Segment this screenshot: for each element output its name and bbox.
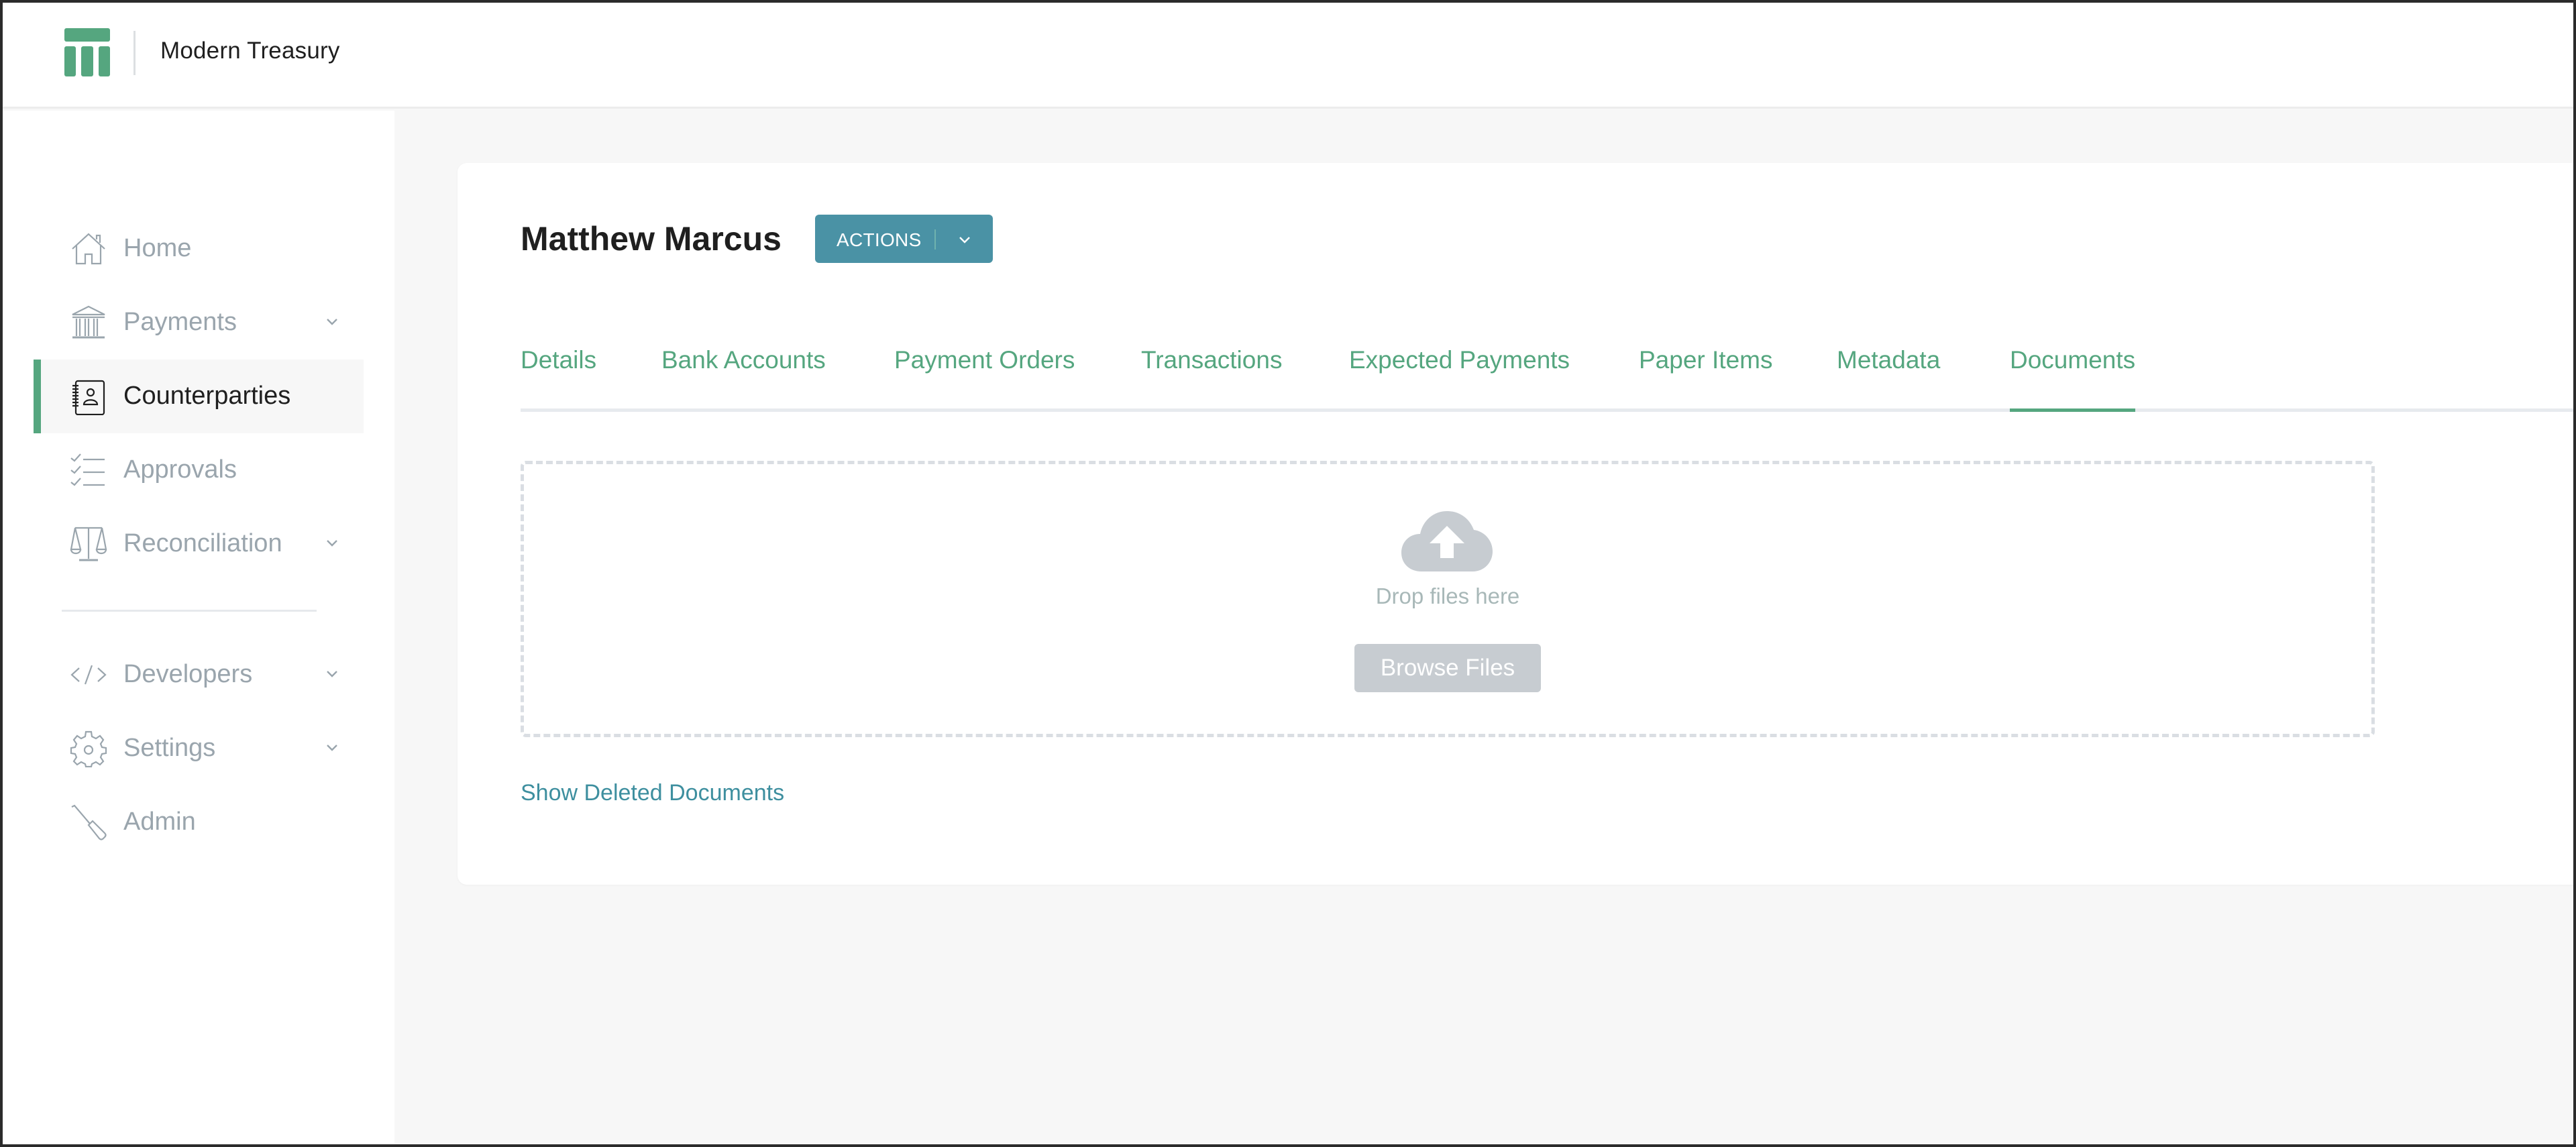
tab-bank-accounts[interactable]: Bank Accounts bbox=[661, 341, 826, 412]
home-icon bbox=[72, 233, 105, 265]
sidebar-item-reconciliation[interactable]: Reconciliation bbox=[34, 507, 364, 581]
sidebar-item-label: Settings bbox=[123, 734, 216, 762]
gear-icon bbox=[70, 730, 107, 767]
tab-payment-orders[interactable]: Payment Orders bbox=[894, 341, 1075, 412]
sidebar-item-label: Approvals bbox=[123, 455, 237, 484]
page-title: Matthew Marcus bbox=[521, 220, 782, 258]
code-icon bbox=[70, 665, 107, 685]
sidebar-item-label: Admin bbox=[123, 808, 196, 836]
sidebar-item-label: Reconciliation bbox=[123, 529, 282, 557]
sidebar-item-counterparties[interactable]: Counterparties bbox=[34, 360, 364, 433]
file-dropzone[interactable]: Drop files here Browse Files bbox=[521, 461, 2375, 737]
show-deleted-documents-link[interactable]: Show Deleted Documents bbox=[521, 780, 784, 806]
logo-divider bbox=[133, 31, 136, 75]
tab-documents[interactable]: Documents bbox=[2010, 341, 2136, 412]
tab-bar: Details Bank Accounts Payment Orders Tra… bbox=[521, 341, 2573, 412]
sidebar-item-label: Payments bbox=[123, 308, 237, 336]
sidebar-item-payments[interactable]: Payments bbox=[34, 286, 364, 360]
sidebar-item-developers[interactable]: Developers bbox=[34, 638, 364, 712]
sidebar: Home Payments Counterparties Approvals R… bbox=[3, 111, 394, 1144]
tab-metadata[interactable]: Metadata bbox=[1837, 341, 1940, 412]
sidebar-item-label: Home bbox=[123, 234, 192, 262]
tab-details[interactable]: Details bbox=[521, 341, 596, 412]
scales-icon bbox=[70, 527, 107, 561]
modern-treasury-logo-icon[interactable] bbox=[64, 28, 110, 76]
actions-separator bbox=[934, 229, 936, 250]
app-window: Modern Treasury Home Payments Counterpar… bbox=[3, 3, 2573, 1144]
chevron-down-icon bbox=[327, 745, 337, 751]
chevron-down-icon bbox=[327, 540, 337, 547]
checklist-icon bbox=[70, 453, 105, 486]
brand-name: Modern Treasury bbox=[160, 38, 340, 64]
counterparty-card: Matthew Marcus ACTIONS Details Bank Acco… bbox=[458, 163, 2573, 885]
sidebar-item-admin[interactable]: Admin bbox=[34, 785, 364, 859]
bank-icon bbox=[72, 305, 105, 339]
cloud-upload-icon bbox=[1401, 511, 1493, 571]
chevron-down-icon bbox=[959, 237, 970, 243]
screwdriver-icon bbox=[71, 804, 107, 840]
browse-files-button[interactable]: Browse Files bbox=[1354, 644, 1541, 692]
sidebar-item-label: Counterparties bbox=[123, 382, 291, 410]
sidebar-item-label: Developers bbox=[123, 660, 253, 688]
tab-transactions[interactable]: Transactions bbox=[1141, 341, 1282, 412]
sidebar-item-home[interactable]: Home bbox=[34, 212, 364, 286]
sidebar-divider bbox=[62, 610, 317, 612]
sidebar-item-approvals[interactable]: Approvals bbox=[34, 433, 364, 507]
actions-label: ACTIONS bbox=[837, 229, 922, 250]
address-book-icon bbox=[72, 380, 105, 415]
top-header: Modern Treasury bbox=[3, 3, 2573, 109]
drop-files-text: Drop files here bbox=[1375, 584, 1520, 608]
chevron-down-icon bbox=[327, 671, 337, 677]
chevron-down-icon bbox=[327, 319, 337, 325]
actions-dropdown-button[interactable]: ACTIONS bbox=[815, 215, 993, 263]
tab-expected-payments[interactable]: Expected Payments bbox=[1349, 341, 1570, 412]
tab-paper-items[interactable]: Paper Items bbox=[1639, 341, 1772, 412]
sidebar-item-settings[interactable]: Settings bbox=[34, 712, 364, 785]
